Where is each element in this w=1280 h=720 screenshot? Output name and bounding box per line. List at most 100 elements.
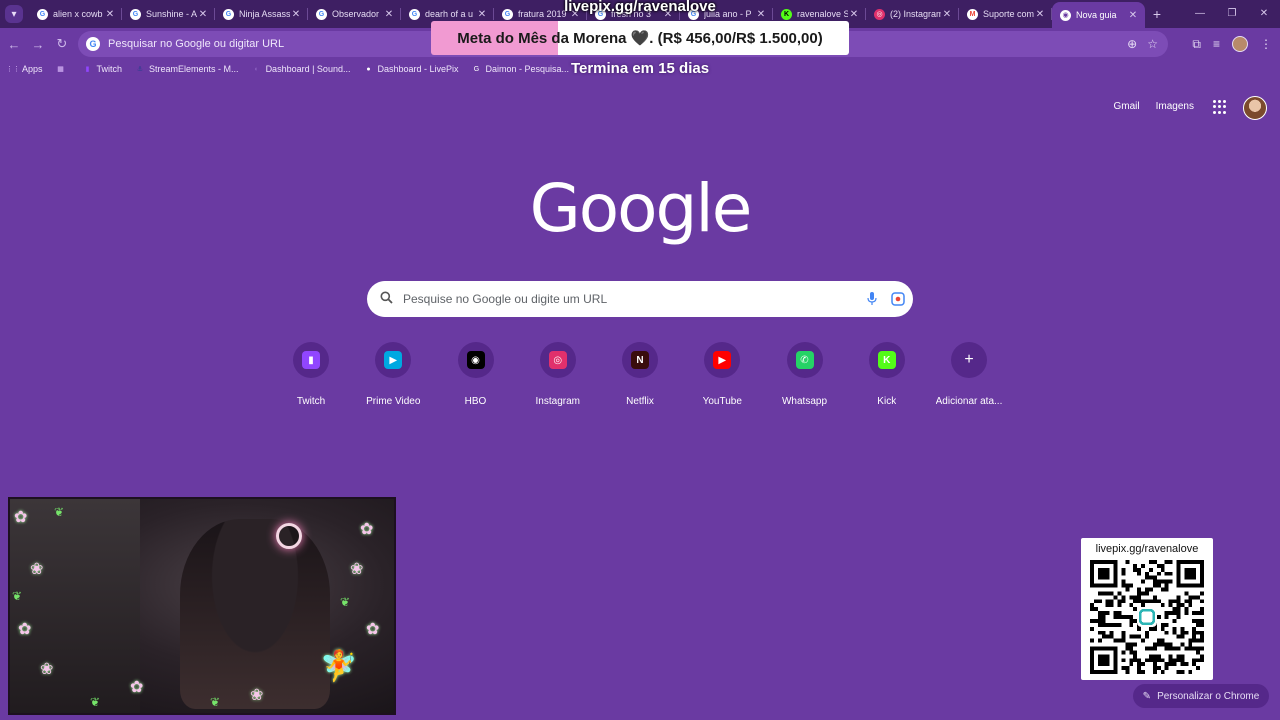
toolbar-right: ⧉ ≡ ⋮ xyxy=(1192,28,1272,60)
forward-icon[interactable]: → xyxy=(26,37,50,52)
zoom-icon[interactable]: ⊕ xyxy=(1127,37,1137,51)
shortcuts: ▮ Twitch ▶ Prime Video ◉ HBO ◎ Instagram N Netfli… xyxy=(270,342,1010,407)
tab[interactable]: G Observador ✕ xyxy=(308,2,401,26)
extensions-icon[interactable]: ⧉ xyxy=(1192,37,1201,52)
gmail-icon: M xyxy=(967,8,978,20)
close-icon[interactable]: ✕ xyxy=(290,9,302,20)
shortcut-tile[interactable]: + Adicionar ata... xyxy=(928,342,1010,407)
search-box[interactable] xyxy=(367,281,913,317)
instagram-icon: ◎ xyxy=(874,8,885,20)
tab[interactable]: G Ninja Assass ✕ xyxy=(215,2,308,26)
flower-icon: ❀ xyxy=(350,561,364,578)
flower-icon: ✿ xyxy=(18,621,32,638)
google-lens-icon[interactable] xyxy=(887,292,909,306)
shortcut-tile[interactable]: ◎ Instagram xyxy=(517,342,599,407)
flower-icon: ❀ xyxy=(40,661,54,678)
shortcut-label: Kick xyxy=(877,396,897,407)
close-icon[interactable]: ✕ xyxy=(476,9,488,20)
close-icon[interactable]: ✕ xyxy=(1034,9,1046,20)
microphone-icon[interactable] xyxy=(861,292,883,306)
close-icon[interactable]: ✕ xyxy=(755,9,767,20)
google-icon: G xyxy=(316,8,327,20)
tab-search-button[interactable]: ▾ xyxy=(5,5,23,23)
bookmark-item[interactable]: ⚓ StreamElements - M... xyxy=(135,64,239,74)
webcam-overlay: ✿ ❀ ✿ ❀ ✿ ❀ ✿ ❀ ✿ ❦ ❦ ❦ ❦ ❦ 🧚 xyxy=(8,497,396,715)
close-icon[interactable]: ✕ xyxy=(383,9,395,20)
tab[interactable]: G Sunshine - A ✕ xyxy=(122,2,215,26)
overlay-url: livepix.gg/ravenalove xyxy=(564,0,716,15)
close-icon[interactable]: ✕ xyxy=(848,9,860,20)
tab-title: Observador xyxy=(332,9,380,19)
maximize-icon[interactable]: ❐ xyxy=(1216,0,1248,28)
kick-icon: K xyxy=(781,8,792,20)
tab[interactable]: ◎ (2) Instagram ✕ xyxy=(866,2,959,26)
tab-groups-icon: ▦ xyxy=(57,66,64,73)
chevron-down-icon: ▾ xyxy=(11,8,17,20)
window-controls: — ❐ ✕ xyxy=(1184,0,1280,28)
reload-icon[interactable]: ↻ xyxy=(50,36,74,52)
shortcut-tile[interactable]: ▶ Prime Video xyxy=(352,342,434,407)
account-avatar[interactable] xyxy=(1243,96,1267,120)
shortcut-circle: K xyxy=(868,342,905,378)
customize-chrome-button[interactable]: ✎ Personalizar o Chrome xyxy=(1133,684,1269,708)
google-apps-icon[interactable] xyxy=(1213,100,1227,114)
flower-icon: ❀ xyxy=(30,561,44,578)
google-icon: G xyxy=(86,37,100,51)
search-icon xyxy=(380,291,393,307)
flower-icon: ✿ xyxy=(366,621,380,638)
search-input[interactable] xyxy=(403,292,861,306)
shortcut-tile[interactable]: K Kick xyxy=(846,342,928,407)
close-window-icon[interactable]: ✕ xyxy=(1248,0,1280,28)
shortcut-circle: ◉ xyxy=(457,342,494,378)
google-logo: Google xyxy=(529,170,753,247)
whatsapp-icon: ✆ xyxy=(795,351,814,369)
bookmark-label: Apps xyxy=(22,64,43,74)
leaf-icon: ❦ xyxy=(210,695,221,709)
profile-avatar[interactable] xyxy=(1232,36,1248,52)
new-tab-button[interactable]: + xyxy=(1145,6,1169,22)
flower-icon: ✿ xyxy=(360,521,374,538)
minimize-icon[interactable]: — xyxy=(1184,0,1216,28)
close-icon[interactable]: ✕ xyxy=(104,9,116,20)
gmail-link[interactable]: Gmail xyxy=(1114,101,1140,112)
hbo-icon: ◉ xyxy=(466,351,485,369)
pencil-icon: ✎ xyxy=(1142,690,1152,702)
google-icon: G xyxy=(130,8,141,20)
shortcut-tile[interactable]: ▮ Twitch xyxy=(270,342,352,407)
images-link[interactable]: Imagens xyxy=(1156,101,1194,112)
tab[interactable]: M Suporte com ✕ xyxy=(959,2,1052,26)
close-icon[interactable]: ✕ xyxy=(197,9,209,20)
tab[interactable]: ◉ Nova guia ✕ xyxy=(1052,2,1145,28)
shortcut-tile[interactable]: ▶ YouTube xyxy=(681,342,763,407)
add-icon: + xyxy=(964,351,974,368)
bookmark-item[interactable]: ▮ Twitch xyxy=(83,64,123,74)
bookmark-item[interactable]: ● Dashboard - LivePix xyxy=(363,64,458,74)
soundalerts-icon: ◐ xyxy=(254,65,259,73)
shortcut-tile[interactable]: ✆ Whatsapp xyxy=(764,342,846,407)
bookmark-label: Twitch xyxy=(96,64,123,74)
shortcut-label: Whatsapp xyxy=(781,396,828,407)
livepix-icon: ● xyxy=(366,65,371,73)
shortcut-tile[interactable]: N Netflix xyxy=(599,342,681,407)
back-icon[interactable]: ← xyxy=(2,37,26,52)
tab-title: Nova guia xyxy=(1076,10,1117,20)
close-icon[interactable]: ✕ xyxy=(941,9,953,20)
tab[interactable]: Galien x cowb ✕ xyxy=(29,2,122,26)
apps-icon: ⋮⋮ xyxy=(6,66,20,73)
bookmark-star-icon[interactable]: ☆ xyxy=(1147,37,1158,51)
bookmark-item[interactable]: ◐ Dashboard | Sound... xyxy=(252,64,351,74)
goal-text: Meta do Mês da Morena 🖤. (R$ 456,00/R$ 1… xyxy=(457,30,823,47)
close-icon[interactable]: ✕ xyxy=(1127,10,1139,21)
flower-icon: ❀ xyxy=(250,687,264,704)
goal-banner: Meta do Mês da Morena 🖤. (R$ 456,00/R$ 1… xyxy=(431,21,849,55)
bookmark-item[interactable]: ⋮⋮ Apps xyxy=(6,64,43,74)
shortcut-circle: ▮ xyxy=(293,342,329,378)
goal-subtitle: Termina em 15 dias xyxy=(570,60,710,77)
shortcut-tile[interactable]: ◉ HBO xyxy=(435,342,517,407)
twitch-icon: ▮ xyxy=(85,66,90,73)
bookmark-label: StreamElements - M... xyxy=(149,64,239,74)
bookmark-item[interactable]: ▦ xyxy=(56,64,70,74)
media-icon[interactable]: ≡ xyxy=(1213,37,1220,51)
bookmark-label: Dashboard | Sound... xyxy=(265,64,351,74)
menu-icon[interactable]: ⋮ xyxy=(1260,37,1272,51)
